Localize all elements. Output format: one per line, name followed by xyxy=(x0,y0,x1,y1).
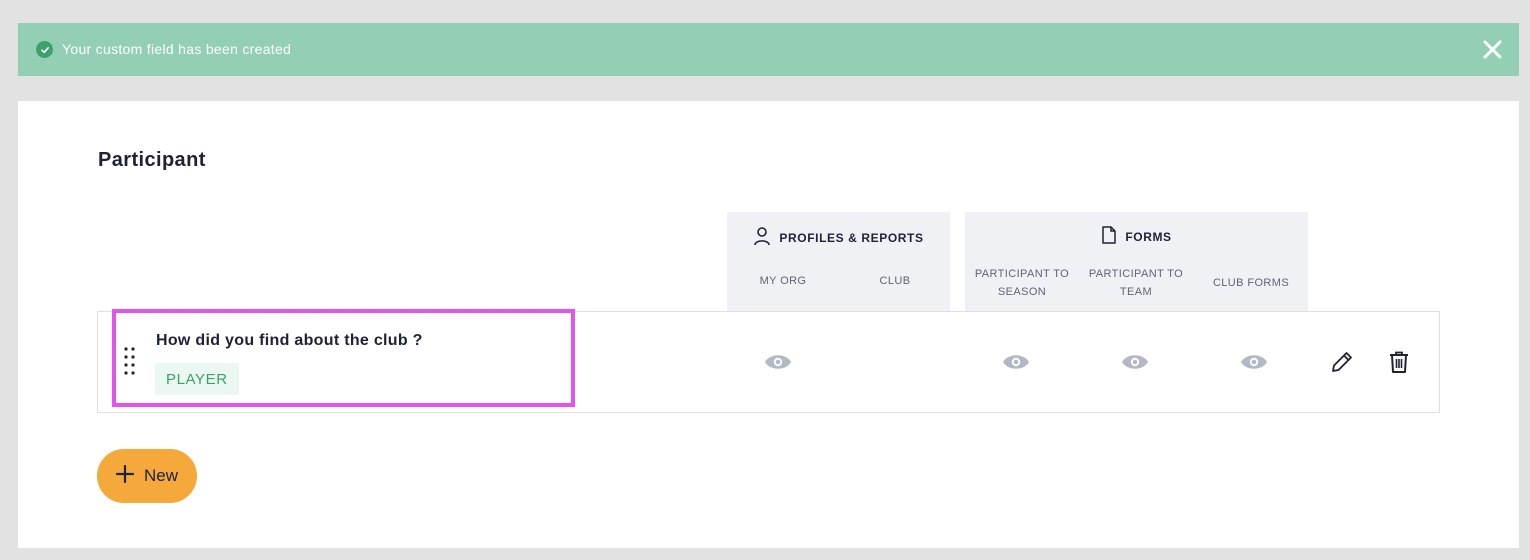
column-group-profiles: PROFILES & REPORTS MY ORG CLUB xyxy=(727,212,950,311)
column-header-participant-to-season: PARTICIPANT TO SEASON xyxy=(974,268,1070,298)
banner-message: Your custom field has been created xyxy=(62,41,292,57)
drag-handle-icon[interactable] xyxy=(122,346,138,376)
column-group-label: FORMS xyxy=(1125,229,1172,244)
custom-fields-card: Participant PROFILES & REPORTS MY ORG CL… xyxy=(18,101,1519,548)
trash-icon[interactable] xyxy=(1386,349,1412,375)
column-group-header: FORMS xyxy=(965,226,1308,247)
column-header-club: CLUB xyxy=(879,275,911,287)
column-header-participant-to-team: PARTICIPANT TO TEAM xyxy=(1088,268,1184,298)
section-title: Participant xyxy=(98,149,206,171)
column-header-club-forms: CLUB FORMS xyxy=(1212,277,1290,289)
eye-icon[interactable] xyxy=(1240,352,1268,372)
check-circle-icon xyxy=(36,41,53,58)
column-header-my-org: MY ORG xyxy=(759,275,807,287)
column-group-forms: FORMS PARTICIPANT TO SEASON PARTICIPANT … xyxy=(965,212,1308,311)
eye-icon[interactable] xyxy=(1002,352,1030,372)
plus-icon xyxy=(115,464,135,488)
edit-icon[interactable] xyxy=(1329,349,1355,375)
column-group-header: PROFILES & REPORTS xyxy=(727,226,950,249)
person-icon xyxy=(753,226,771,249)
field-tag: PLAYER xyxy=(155,363,239,395)
eye-icon[interactable] xyxy=(1121,352,1149,372)
field-title: How did you find about the club ? xyxy=(156,332,423,349)
document-icon xyxy=(1101,226,1117,247)
close-icon[interactable] xyxy=(1482,39,1503,60)
success-banner: Your custom field has been created xyxy=(18,23,1519,76)
new-field-button[interactable]: New xyxy=(97,449,197,503)
column-group-label: PROFILES & REPORTS xyxy=(779,230,924,245)
new-button-label: New xyxy=(143,466,178,485)
eye-icon[interactable] xyxy=(764,352,792,372)
